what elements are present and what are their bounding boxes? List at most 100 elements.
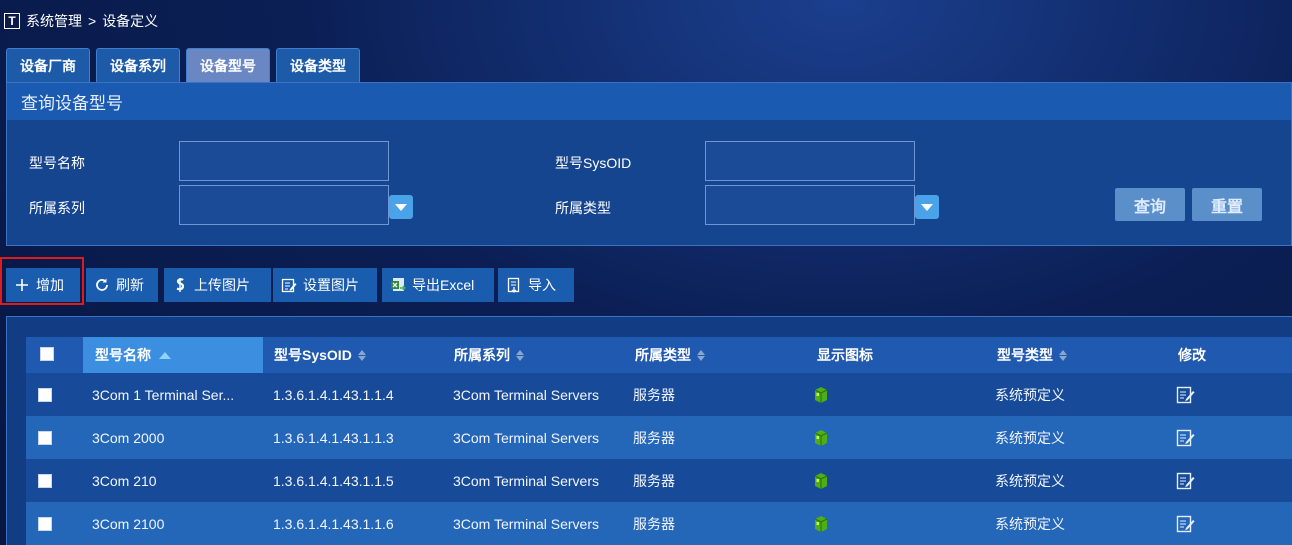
tab-bar: 设备厂商 设备系列 设备型号 设备类型 [6,48,360,82]
device-icon [814,373,828,416]
tab-vendor[interactable]: 设备厂商 [6,48,90,82]
model-name-input[interactable] [179,141,389,181]
cell-sysoid: 1.3.6.1.4.1.43.1.1.6 [273,515,394,532]
import-icon [506,277,522,293]
breadcrumb-separator: > [88,13,97,29]
breadcrumb-parent[interactable]: 系统管理 [26,11,82,31]
column-model-type[interactable]: 型号类型 [997,337,1067,373]
cell-model-name: 3Com 1 Terminal Ser... [92,386,235,403]
upload-icon [172,277,188,293]
column-sysoid[interactable]: 型号SysOID [274,337,366,373]
cell-series: 3Com Terminal Servers [453,429,600,446]
model-name-label: 型号名称 [29,155,85,171]
table-row[interactable]: 3Com 2000 1.3.6.1.4.1.43.1.1.3 3Com Term… [26,416,1292,459]
search-button[interactable]: 查询 [1115,188,1185,221]
sort-icon [357,349,366,361]
column-model-type-label: 型号类型 [997,347,1053,363]
edit-icon[interactable] [1176,459,1196,502]
column-edit-label: 修改 [1178,347,1206,363]
row-checkbox[interactable] [38,474,52,488]
cell-series: 3Com Terminal Servers [453,386,600,403]
cell-sysoid: 1.3.6.1.4.1.43.1.1.3 [273,429,394,446]
sysoid-label: 型号SysOID [555,155,632,171]
cell-model-name: 3Com 210 [92,472,157,489]
chevron-down-icon [921,203,933,211]
tab-model[interactable]: 设备型号 [186,48,270,82]
series-label: 所属系列 [29,200,85,216]
tab-type[interactable]: 设备类型 [276,48,360,82]
cell-series: 3Com Terminal Servers [453,515,600,532]
import-label: 导入 [528,277,556,293]
refresh-icon [94,277,110,293]
type-dropdown-button[interactable] [915,195,939,219]
series-select[interactable] [179,185,389,225]
sort-icon [1059,349,1067,361]
upload-image-button[interactable]: 上传图片 [164,268,271,302]
column-model-name-label: 型号名称 [95,347,151,363]
column-edit: 修改 [1178,337,1206,373]
column-model-name[interactable]: 型号名称 [83,337,263,373]
edit-icon[interactable] [1176,502,1196,545]
type-select[interactable] [705,185,915,225]
column-display-icon: 显示图标 [817,337,873,373]
row-checkbox[interactable] [38,388,52,402]
sort-ascending-icon [159,351,171,359]
breadcrumb: T 系统管理 > 设备定义 [4,10,158,32]
sort-icon [697,349,705,361]
edit-icon[interactable] [1176,416,1196,459]
table-row[interactable]: 3Com 2100 1.3.6.1.4.1.43.1.1.6 3Com Term… [26,502,1292,545]
column-series[interactable]: 所属系列 [454,337,524,373]
cell-model-name: 3Com 2100 [92,515,165,532]
cell-model-type: 系统预定义 [995,472,1065,489]
device-icon [814,502,828,545]
table-row[interactable]: 3Com 210 1.3.6.1.4.1.43.1.1.5 3Com Termi… [26,459,1292,502]
cell-series: 3Com Terminal Servers [453,472,600,489]
cell-sysoid: 1.3.6.1.4.1.43.1.1.4 [273,386,394,403]
edit-image-icon [281,277,297,293]
column-type[interactable]: 所属类型 [635,337,705,373]
column-type-label: 所属类型 [635,347,691,363]
column-display-icon-label: 显示图标 [817,347,873,363]
add-button[interactable]: 增加 [6,268,80,302]
cell-type: 服务器 [633,472,675,489]
set-image-button[interactable]: 设置图片 [273,268,377,302]
breadcrumb-current: 设备定义 [102,13,159,29]
sort-icon [516,349,524,361]
reset-button[interactable]: 重置 [1192,188,1262,221]
query-panel-title: 查询设备型号 [7,83,1291,120]
query-panel: 查询设备型号 型号名称 型号SysOID 所属系列 所属类型 查询 重置 [6,82,1292,246]
export-excel-label: 导出Excel [412,277,475,293]
chevron-down-icon [395,203,407,211]
type-label: 所属类型 [555,200,611,216]
cell-sysoid: 1.3.6.1.4.1.43.1.1.5 [273,472,394,489]
table-row[interactable]: 3Com 1 Terminal Ser... 1.3.6.1.4.1.43.1.… [26,373,1292,416]
refresh-button[interactable]: 刷新 [86,268,158,302]
cell-model-type: 系统预定义 [995,386,1065,403]
add-button-label: 增加 [36,277,64,293]
cell-type: 服务器 [633,386,675,403]
upload-image-label: 上传图片 [194,277,250,293]
edit-icon[interactable] [1176,373,1196,416]
export-excel-button[interactable]: 导出Excel [382,268,494,302]
device-icon [814,459,828,502]
refresh-button-label: 刷新 [116,277,144,293]
row-checkbox[interactable] [38,517,52,531]
plus-icon [14,277,30,293]
cell-model-name: 3Com 2000 [92,429,165,446]
series-dropdown-button[interactable] [389,195,413,219]
select-all-checkbox[interactable] [40,347,54,361]
column-series-label: 所属系列 [454,347,510,363]
row-checkbox[interactable] [38,431,52,445]
cell-model-type: 系统预定义 [995,429,1065,446]
cell-model-type: 系统预定义 [995,515,1065,532]
device-icon [814,416,828,459]
cell-type: 服务器 [633,515,675,532]
import-button[interactable]: 导入 [498,268,574,302]
app-logo-icon: T [4,13,20,29]
sysoid-input[interactable] [705,141,915,181]
column-sysoid-label: 型号SysOID [274,347,352,363]
tab-series[interactable]: 设备系列 [96,48,180,82]
cell-type: 服务器 [633,429,675,446]
excel-export-icon [390,277,406,293]
set-image-label: 设置图片 [303,277,359,293]
